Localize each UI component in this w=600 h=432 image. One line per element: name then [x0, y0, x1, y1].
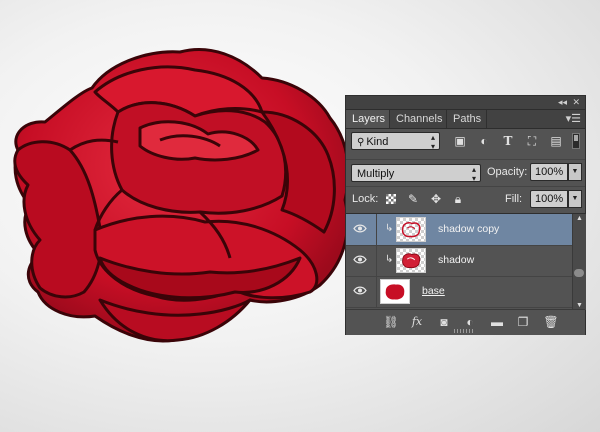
filter-toggle-switch[interactable] [572, 133, 580, 149]
fill-label: Fill: [505, 193, 523, 205]
tab-channels[interactable]: Channels [390, 110, 447, 128]
eye-icon [353, 255, 367, 264]
collapse-panel-icon[interactable]: ◂◂ [558, 96, 567, 109]
fx-icon[interactable]: fx [408, 314, 426, 330]
new-layer-icon[interactable]: ❐ [514, 314, 532, 330]
search-icon: ⚲ [357, 137, 365, 148]
rose-illustration [13, 48, 350, 343]
blend-mode-row: Multiply ▴ ▾ Opacity: 100% ▼ [346, 159, 585, 184]
eye-icon [353, 224, 367, 233]
resize-grip[interactable] [454, 329, 474, 333]
eye-icon [353, 286, 367, 295]
lock-label: Lock: [352, 193, 379, 205]
lock-paint-brush-icon[interactable]: ✎ [406, 191, 420, 207]
panel-tabs: Layers Channels Paths ▾☰ [346, 110, 585, 129]
lock-all-padlock-icon[interactable]: 🔒︎ [451, 191, 465, 207]
visibility-toggle[interactable] [346, 276, 377, 307]
clipping-mask-arrow-icon: ↳ [385, 254, 394, 265]
layer-name[interactable]: shadow copy [438, 214, 499, 245]
fill-input[interactable]: 100% [530, 190, 568, 208]
type-filter-icon[interactable]: T [500, 134, 516, 148]
layers-list: ↳ shadow copy ↳ shadow base ▲ ▼ [346, 213, 586, 310]
layers-scrollbar[interactable]: ▲ ▼ [572, 214, 586, 310]
layer-filter-row: ⚲ Kind ▴ ▾ ▣ ◐ T ⛶ ▤ [346, 129, 585, 153]
adjustment-layer-icon[interactable]: ◐ [461, 314, 479, 330]
link-layers-icon[interactable]: ⛓ [382, 314, 400, 330]
close-panel-icon[interactable]: ✕ [572, 96, 580, 109]
panel-titlebar[interactable]: ◂◂ ✕ [346, 96, 585, 110]
layer-name[interactable]: base [422, 276, 445, 307]
layer-row-shadow-copy[interactable]: ↳ shadow copy [346, 214, 572, 246]
opacity-dropdown-icon[interactable]: ▼ [568, 163, 582, 181]
lock-position-move-icon[interactable]: ✥ [429, 191, 443, 207]
shape-filter-icon[interactable]: ⛶ [524, 134, 540, 148]
visibility-toggle[interactable] [346, 245, 377, 276]
panel-footer: ⛓ fx ◙ ◐ ▬ ❐ 🗑︎ [346, 309, 585, 335]
layer-thumbnail[interactable] [396, 217, 426, 242]
chevron-updown-icon: ▴ ▾ [471, 165, 476, 183]
trash-icon[interactable]: 🗑︎ [542, 314, 560, 330]
layer-row-shadow[interactable]: ↳ shadow [346, 245, 572, 277]
filter-kind-select[interactable]: ⚲ Kind ▴ ▾ [351, 132, 440, 151]
layer-thumbnail[interactable] [396, 248, 426, 273]
tab-layers[interactable]: Layers [346, 110, 390, 128]
smart-object-filter-icon[interactable]: ▤ [548, 134, 564, 148]
scroll-down-icon[interactable]: ▼ [576, 302, 583, 309]
lock-row: Lock: ✎ ✥ 🔒︎ Fill: 100% ▼ [346, 186, 585, 211]
add-mask-icon[interactable]: ◙ [435, 314, 453, 330]
panel-menu-icon[interactable]: ▾☰ [566, 112, 581, 125]
adjustment-filter-icon[interactable]: ◐ [476, 134, 492, 148]
filter-kind-label: Kind [366, 136, 389, 148]
opacity-input[interactable]: 100% [530, 163, 568, 181]
scroll-up-icon[interactable]: ▲ [576, 215, 583, 222]
scrollbar-thumb[interactable] [574, 269, 584, 277]
layer-row-base[interactable]: base [346, 276, 572, 308]
blend-mode-select[interactable]: Multiply ▴ ▾ [351, 164, 481, 183]
opacity-label: Opacity: [487, 166, 528, 178]
pixel-filter-icon[interactable]: ▣ [452, 134, 468, 148]
clipping-mask-arrow-icon: ↳ [385, 223, 394, 234]
layer-name[interactable]: shadow [438, 245, 474, 276]
tab-paths[interactable]: Paths [447, 110, 487, 128]
blend-mode-value: Multiply [357, 168, 395, 180]
lock-transparency-icon[interactable] [384, 191, 398, 207]
layers-panel: ◂◂ ✕ Layers Channels Paths ▾☰ ⚲ Kind ▴ ▾ ▣… [345, 95, 586, 335]
visibility-toggle[interactable] [346, 214, 377, 245]
layer-thumbnail[interactable] [380, 279, 410, 304]
fill-dropdown-icon[interactable]: ▼ [568, 190, 582, 208]
new-group-icon[interactable]: ▬ [488, 314, 506, 330]
chevron-updown-icon: ▴ ▾ [430, 133, 435, 151]
